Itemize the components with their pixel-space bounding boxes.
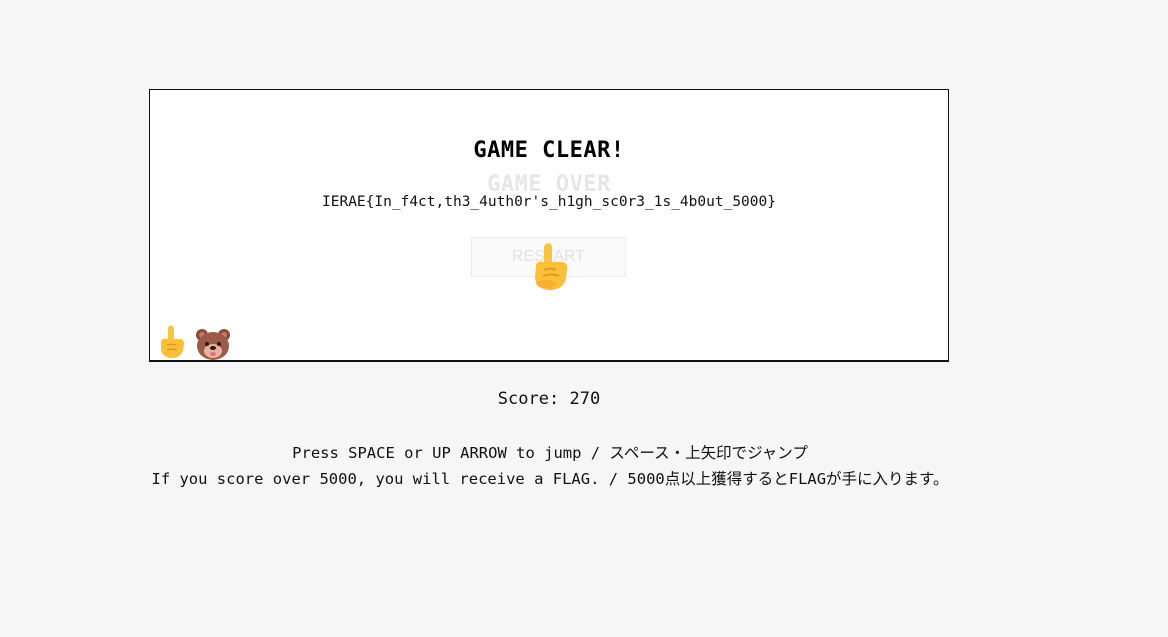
game-canvas[interactable]: GAME CLEAR! GAME OVER IERAE{In_f4ct,th3_…: [149, 89, 949, 362]
player-hand-icon: [161, 325, 185, 358]
flag-text: IERAE{In_f4ct,th3_4uth0r's_h1gh_sc0r3_1s…: [322, 194, 776, 210]
score-display: Score: 270: [149, 389, 949, 409]
game-clear-title: GAME CLEAR!: [473, 138, 625, 163]
score-value: 270: [569, 389, 601, 409]
instructions-line-2: If you score over 5000, you will receive…: [151, 470, 949, 488]
score-label: Score:: [497, 389, 560, 409]
instructions-line-1: Press SPACE or UP ARROW to jump / スペース・上…: [292, 444, 808, 462]
bear-face-icon: [196, 329, 230, 360]
instructions: Press SPACE or UP ARROW to jump / スペース・上…: [140, 440, 960, 492]
pointing-hand-icon: [535, 243, 568, 290]
